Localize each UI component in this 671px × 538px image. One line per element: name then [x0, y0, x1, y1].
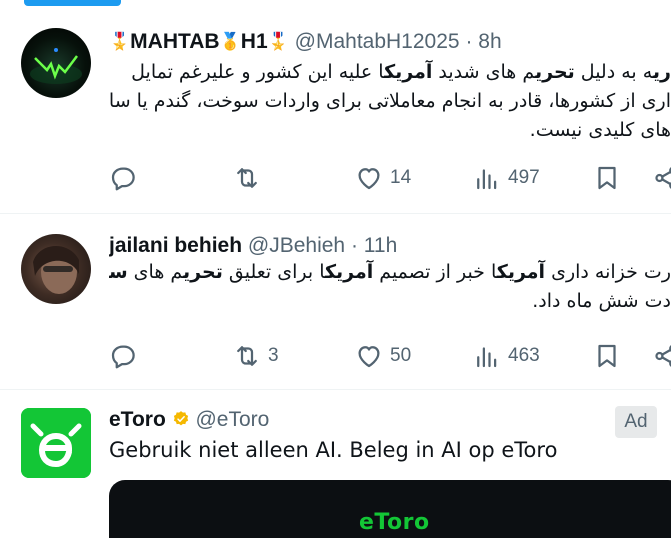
- media-logo: eToro: [359, 510, 430, 535]
- tweet-text-line: های کلیدی نیست.: [529, 119, 671, 141]
- retweet-icon: [237, 346, 257, 366]
- reply-icon: [111, 167, 135, 191]
- tweet-text: ریه به دلیل تحریم های شدید آمریکا علیه ا…: [109, 58, 671, 145]
- tweet-text: رت خزانه داری آمریکا خبر از تصمیم آمریکا…: [109, 258, 671, 316]
- retweet-button[interactable]: 3: [232, 341, 279, 371]
- separator: ·: [465, 30, 473, 53]
- views-button[interactable]: 463: [472, 341, 540, 371]
- etoro-logo-icon: [21, 408, 91, 478]
- bold-word: ری: [652, 61, 671, 83]
- retweet-count: 3: [268, 345, 279, 366]
- bookmark-button[interactable]: [592, 163, 622, 193]
- like-icon: [358, 346, 380, 368]
- like-button[interactable]: 50: [354, 341, 411, 371]
- reply-button[interactable]: [108, 163, 144, 193]
- text-run: م های شدید: [432, 61, 535, 83]
- user-handle[interactable]: @eToro: [195, 408, 269, 431]
- tweet-text-line: رت خزانه داری آمریکا خبر از تصمیم آمریکا…: [109, 258, 671, 287]
- bold-word: سور: [109, 261, 128, 283]
- gold-medal-icon: 🥇: [219, 32, 241, 51]
- share-icon: [655, 167, 671, 189]
- bold-word: تحری: [183, 261, 223, 283]
- tweet-actions: 14 497: [108, 163, 671, 193]
- text-run: رت خزانه داری: [545, 261, 671, 283]
- promoted-tweet[interactable]: eToro @eToro Ad Gebruik niet alleen AI. …: [0, 390, 671, 538]
- reply-icon: [111, 345, 135, 369]
- text-run: ا خبر از تصمیم: [373, 261, 497, 283]
- text-run: ا برای تعلیق: [222, 261, 325, 283]
- views-count: 497: [508, 167, 540, 188]
- tweet-text-line: اری از کشورها، قادر به انجام معاملاتی بر…: [109, 90, 671, 112]
- bookmark-icon: [598, 344, 616, 368]
- tweet[interactable]: 🎖️MAHTAB🥇H1🎖️ @MahtabH12025 · 8h ریه به …: [0, 6, 671, 214]
- reply-button[interactable]: [108, 341, 144, 371]
- like-count: 50: [390, 345, 412, 366]
- bold-word: آمریک: [496, 261, 546, 283]
- tweet-text-line: دت شش ماه داد.: [532, 290, 671, 312]
- display-name[interactable]: jailani behieh: [109, 234, 242, 257]
- tweet-header: eToro @eToro: [109, 408, 671, 432]
- display-name-suffix[interactable]: H1: [241, 30, 268, 53]
- medal-icon: 🎖️: [109, 32, 131, 51]
- retweet-button[interactable]: [232, 163, 268, 193]
- separator: ·: [350, 234, 358, 257]
- text-run: ا علیه این کشور و علیرغم تمایل: [131, 61, 385, 83]
- views-count: 463: [508, 345, 540, 366]
- bold-word: آمریک: [384, 61, 433, 83]
- verified-gold-icon: [173, 411, 188, 426]
- tweet-actions: 3 50 463: [108, 341, 671, 371]
- ad-text: Gebruik niet alleen AI. Beleg in AI op e…: [109, 438, 558, 462]
- text-run: ه به دلیل: [574, 61, 653, 83]
- tweet[interactable]: jailani behieh @JBehieh · 11h رت خزانه د…: [0, 214, 671, 390]
- medal-icon: 🎖️: [267, 32, 289, 51]
- views-button[interactable]: 497: [472, 163, 540, 193]
- share-button[interactable]: [652, 341, 671, 371]
- bold-word: تحری: [534, 61, 575, 83]
- views-icon: [477, 347, 497, 368]
- like-count: 14: [390, 167, 412, 188]
- avatar[interactable]: [21, 28, 91, 98]
- views-icon: [477, 169, 497, 190]
- tweet-header: jailani behieh @JBehieh · 11h: [109, 234, 671, 258]
- avatar-image: [30, 48, 82, 84]
- like-icon: [358, 168, 380, 190]
- timestamp[interactable]: 8h: [478, 30, 501, 53]
- bookmark-button[interactable]: [592, 341, 622, 371]
- bookmark-icon: [598, 166, 616, 190]
- tweet-header: 🎖️MAHTAB🥇H1🎖️ @MahtabH12025 · 8h: [109, 30, 671, 54]
- tweet-text-line: ریه به دلیل تحریم های شدید آمریکا علیه ا…: [109, 58, 671, 87]
- user-handle[interactable]: @JBehieh: [248, 234, 345, 257]
- timestamp[interactable]: 11h: [364, 234, 397, 257]
- avatar-image: [33, 245, 79, 294]
- display-name[interactable]: MAHTAB: [130, 30, 219, 53]
- user-handle[interactable]: @MahtabH12025: [295, 30, 460, 53]
- display-name[interactable]: eToro: [109, 408, 166, 431]
- ad-badge[interactable]: Ad: [615, 406, 657, 438]
- share-button[interactable]: [652, 163, 671, 193]
- text-run: م های: [127, 261, 184, 283]
- avatar[interactable]: [21, 234, 91, 304]
- avatar[interactable]: [21, 408, 91, 478]
- retweet-icon: [237, 168, 257, 188]
- ad-media[interactable]: eToro: [109, 480, 671, 538]
- bold-word: آمریک: [324, 261, 374, 283]
- share-icon: [655, 345, 671, 367]
- like-button[interactable]: 14: [354, 163, 411, 193]
